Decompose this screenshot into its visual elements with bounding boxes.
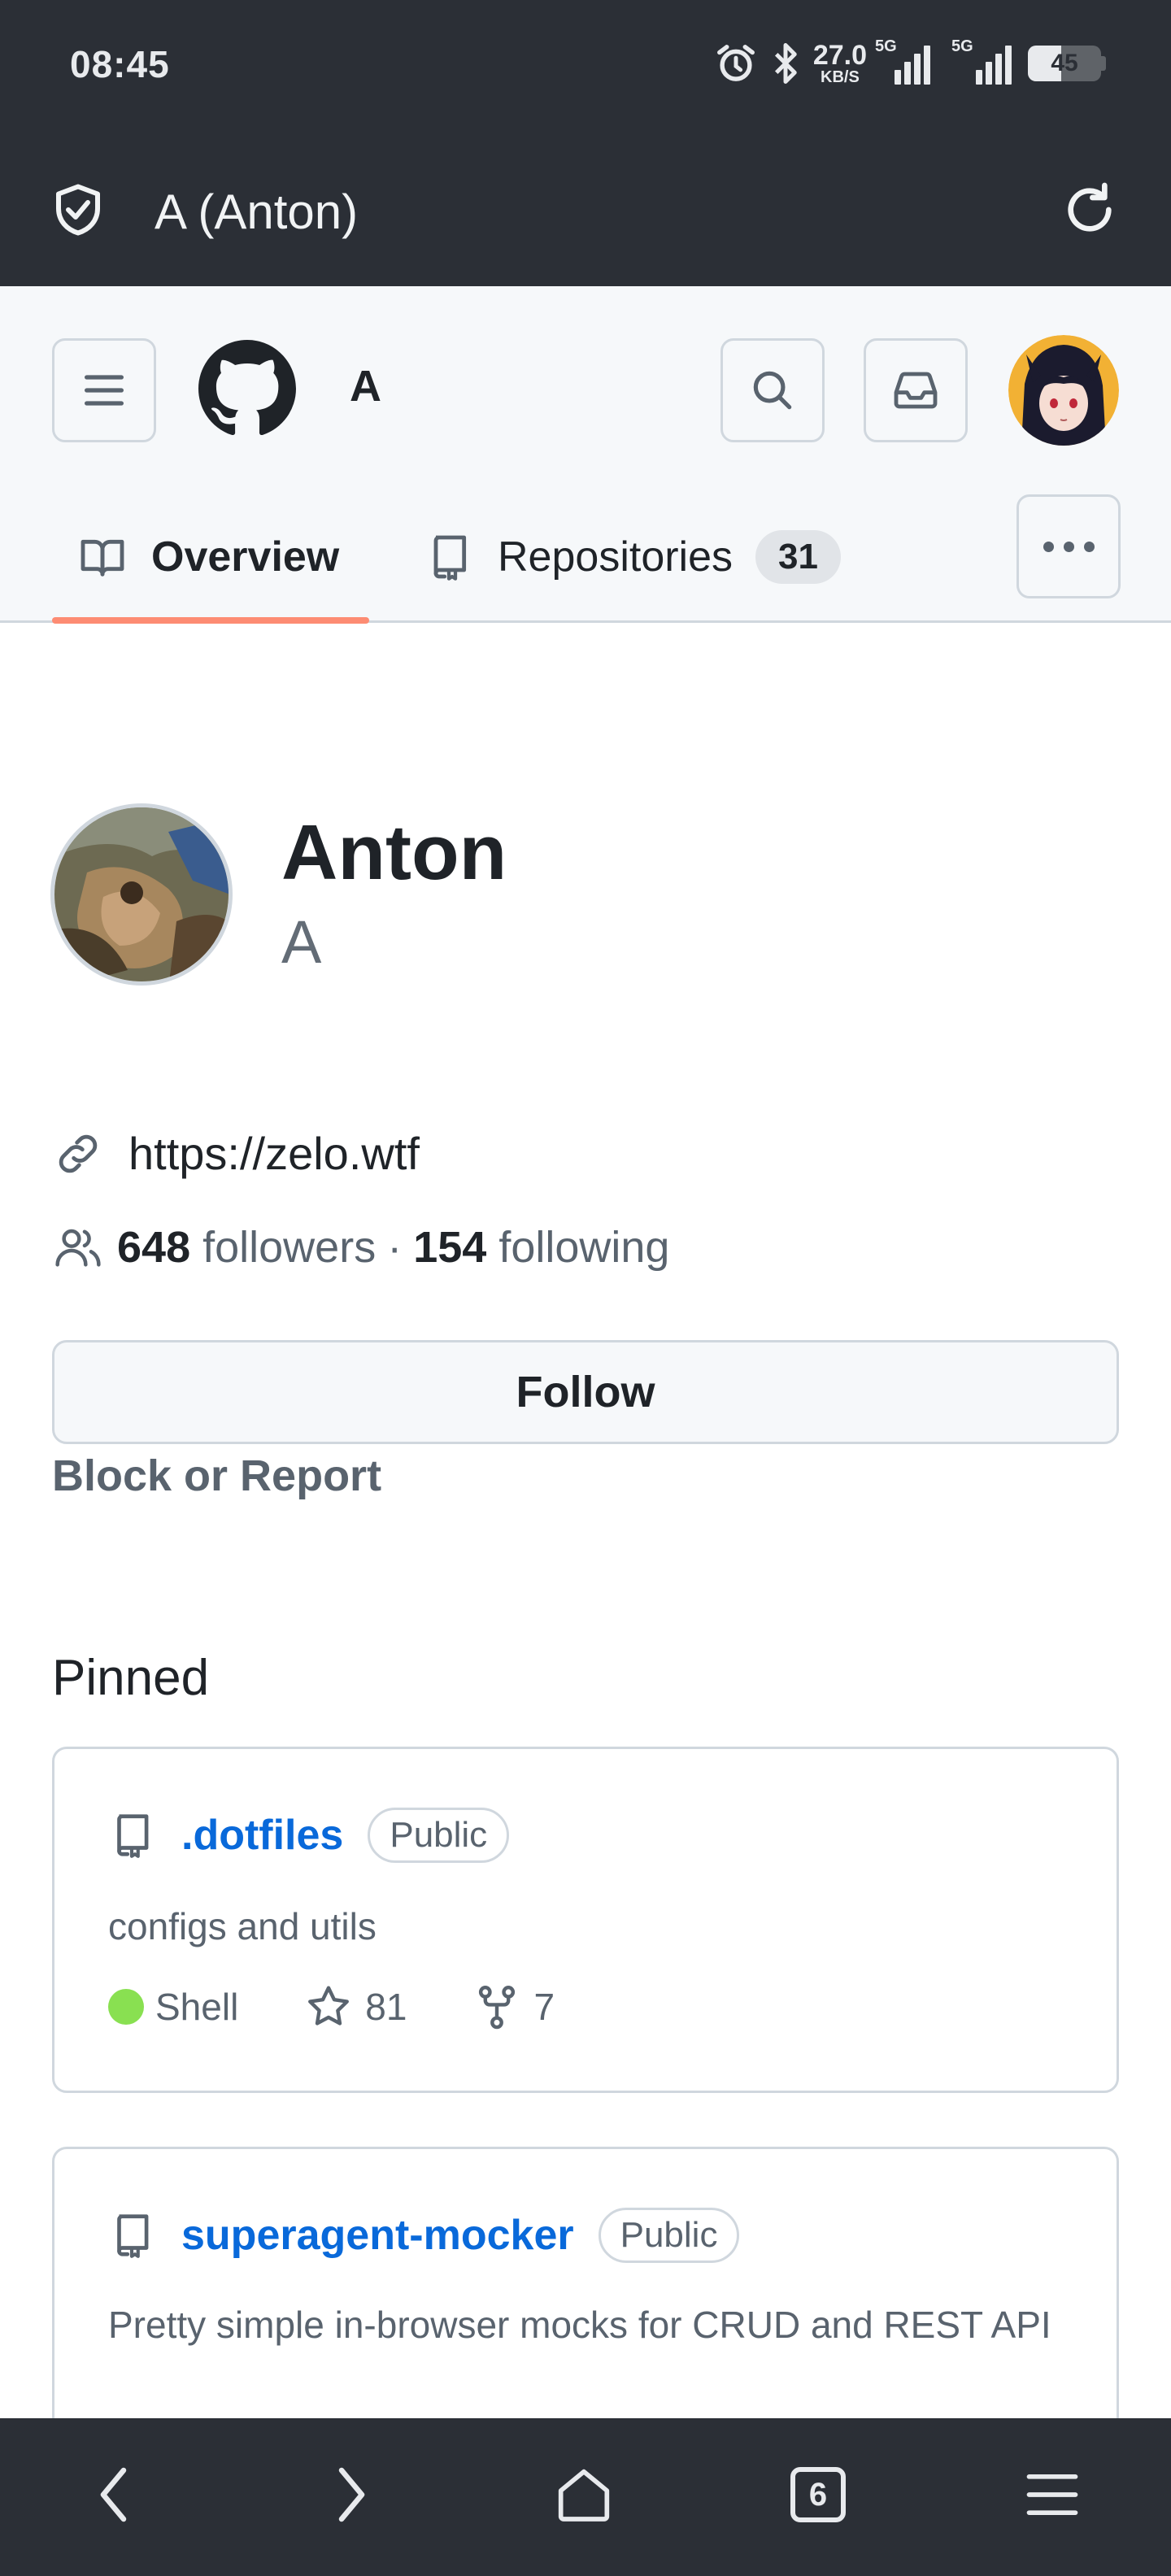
forks-count: 7	[533, 1986, 555, 2028]
repo-description: configs and utils	[108, 1905, 377, 1947]
website-link[interactable]: https://zelo.wtf	[128, 1127, 420, 1180]
signal-sim2-icon: 5G	[947, 37, 1016, 85]
github-logo-icon[interactable]	[198, 340, 296, 437]
tabs-count-icon: 6	[790, 2467, 846, 2522]
link-icon	[59, 1134, 98, 1173]
home-button[interactable]	[543, 2454, 625, 2535]
following-label: following	[498, 1223, 670, 1272]
github-header: A Overview Repositories 31	[0, 286, 1171, 624]
visibility-badge: Public	[598, 2208, 740, 2263]
hamburger-icon	[85, 375, 124, 406]
pinned-heading: Pinned	[52, 1650, 210, 1706]
repo-icon	[433, 535, 467, 581]
chevron-left-icon	[100, 2467, 127, 2522]
battery-icon: 45	[1028, 46, 1106, 81]
search-icon	[753, 371, 792, 410]
visibility-badge: Public	[368, 1808, 510, 1863]
profile-login: A	[281, 908, 322, 976]
tabs-button[interactable]: 6	[777, 2454, 859, 2535]
repo-icon	[117, 1814, 149, 1858]
hamburger-icon	[1026, 2474, 1078, 2516]
custom-tab-header: A (Anton)	[0, 130, 1171, 286]
repo-language: Shell	[108, 1985, 238, 2029]
inbox-button[interactable]	[864, 338, 968, 442]
repo-name-link[interactable]: .dotfiles	[181, 1811, 343, 1860]
kebab-dot	[1063, 541, 1074, 552]
profile-avatar[interactable]	[50, 803, 233, 986]
user-avatar[interactable]	[1008, 335, 1119, 446]
repo-stars-link[interactable]: 81	[303, 1982, 407, 2032]
more-tabs-button[interactable]	[1016, 494, 1121, 598]
tab-overview-label: Overview	[151, 533, 340, 581]
tab-repositories[interactable]: Repositories 31	[423, 491, 841, 623]
browser-bottom-nav: 6	[0, 2418, 1171, 2576]
network-speed: 27.0 KB/S	[812, 40, 867, 86]
repo-card-header: superagent-mocker Public	[107, 2208, 740, 2263]
inbox-icon	[894, 372, 938, 409]
book-icon	[81, 539, 124, 577]
search-button[interactable]	[720, 338, 825, 442]
repo-card-header: .dotfiles Public	[107, 1808, 510, 1863]
tab-overview[interactable]: Overview	[52, 491, 369, 624]
repo-description: Pretty simple in-browser mocks for CRUD …	[108, 2304, 1051, 2346]
language-label: Shell	[155, 1986, 239, 2028]
followers-count: 648	[117, 1223, 191, 1272]
repo-name-link[interactable]: superagent-mocker	[181, 2211, 574, 2260]
tab-repositories-label: Repositories	[498, 533, 734, 581]
stars-count: 81	[365, 1986, 407, 2028]
kebab-dot	[1043, 541, 1054, 552]
repositories-count-badge: 31	[755, 530, 841, 584]
star-icon	[308, 1986, 350, 2026]
menu-button[interactable]	[52, 338, 156, 442]
followers-link[interactable]: 648 followers	[117, 1222, 376, 1273]
profile-fullname: Anton	[281, 809, 507, 896]
language-color-dot	[108, 1989, 144, 2025]
reload-icon[interactable]	[1057, 177, 1122, 242]
followers-label: followers	[202, 1223, 377, 1272]
follow-button[interactable]: Follow	[52, 1340, 1119, 1444]
forward-button[interactable]	[309, 2454, 390, 2535]
back-button[interactable]	[75, 2454, 156, 2535]
browser-menu-button[interactable]	[1012, 2454, 1093, 2535]
website-row[interactable]: https://zelo.wtf	[52, 1127, 420, 1180]
status-time: 08:45	[70, 43, 170, 85]
following-count: 154	[413, 1223, 487, 1272]
block-or-report-link[interactable]: Block or Report	[52, 1451, 381, 1501]
followers-row: 648 followers · 154 following	[52, 1221, 669, 1273]
header-username[interactable]: A	[350, 361, 381, 411]
alarm-icon	[716, 45, 755, 81]
status-icons: 27.0 KB/S 5G 5G 45	[714, 37, 1106, 86]
signal-sim1-icon: 5G	[875, 37, 935, 85]
home-icon	[558, 2469, 610, 2522]
kebab-dot	[1083, 541, 1095, 552]
bluetooth-icon	[774, 43, 797, 84]
repo-meta: Shell 81 7	[108, 1982, 620, 2032]
repo-icon	[117, 2214, 149, 2258]
custom-tab-title: A (Anton)	[155, 185, 359, 239]
security-shield-icon[interactable]	[49, 181, 107, 239]
repo-forks-link[interactable]: 7	[472, 1982, 555, 2032]
status-bar: 08:45 27.0 KB/S 5G 5G 45	[0, 0, 1171, 130]
chevron-right-icon	[338, 2467, 365, 2522]
following-link[interactable]: 154 following	[413, 1222, 669, 1273]
fork-icon	[479, 1986, 516, 2030]
followers-separator: ·	[387, 1223, 403, 1272]
pinned-repo-card: .dotfiles Public configs and utils Shell…	[52, 1747, 1119, 2093]
people-icon	[55, 1229, 101, 1267]
profile-tabs: Overview Repositories 31	[52, 491, 1119, 624]
